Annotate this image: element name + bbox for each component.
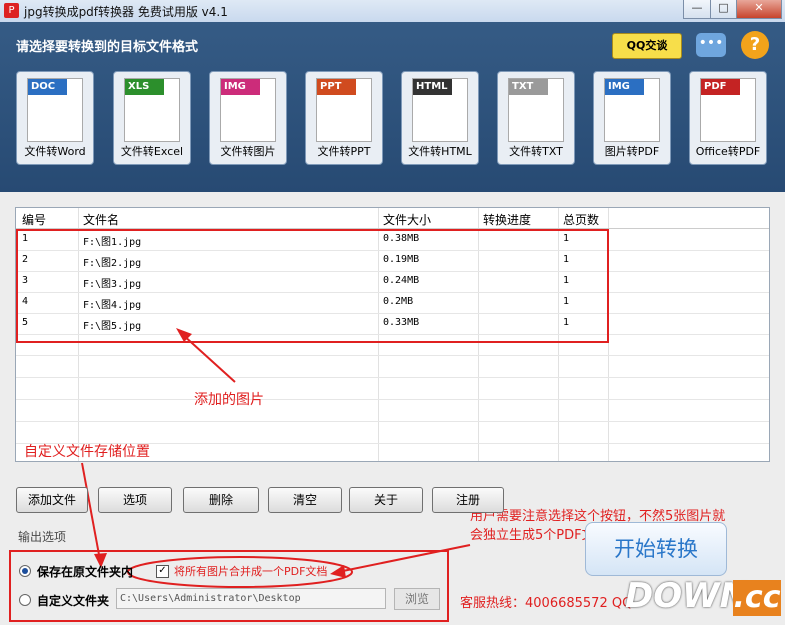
arrow-line-files [181, 333, 236, 383]
browse-button[interactable]: 浏览 [394, 588, 440, 610]
options-button[interactable]: 选项 [98, 487, 172, 513]
save-original-radio[interactable] [19, 565, 31, 577]
start-convert-button[interactable]: 开始转换 [585, 522, 727, 576]
custom-folder-radio[interactable] [19, 594, 31, 606]
merge-pdf-checkbox[interactable]: ✓ [156, 565, 169, 578]
hotline-text: 客服热线：4006685572 QQ [460, 596, 633, 611]
annotation-box-output [9, 550, 449, 622]
annotation-custom-location: 自定义文件存储位置 [24, 444, 150, 460]
clear-button[interactable]: 清空 [268, 487, 342, 513]
save-original-label[interactable]: 保存在原文件夹内 [37, 563, 133, 580]
app-window: P jpg转换成pdf转换器 免费试用版 v4.1 — □ ✕ 请选择要转换到的… [0, 0, 785, 625]
output-section-label: 输出选项 [18, 530, 67, 544]
delete-button[interactable]: 删除 [183, 487, 259, 513]
register-button[interactable]: 注册 [432, 487, 504, 513]
watermark-logo: DOWN [625, 576, 749, 616]
custom-folder-label[interactable]: 自定义文件夹 [37, 592, 109, 609]
watermark-logo-suffix: .cc [733, 580, 781, 616]
output-path-input[interactable]: C:\Users\Administrator\Desktop [116, 588, 386, 609]
add-file-button[interactable]: 添加文件 [16, 487, 88, 513]
annotation-added-images: 添加的图片 [194, 392, 264, 408]
about-button[interactable]: 关于 [349, 487, 423, 513]
merge-pdf-label[interactable]: 将所有图片合并成一个PDF文档 [174, 563, 327, 579]
